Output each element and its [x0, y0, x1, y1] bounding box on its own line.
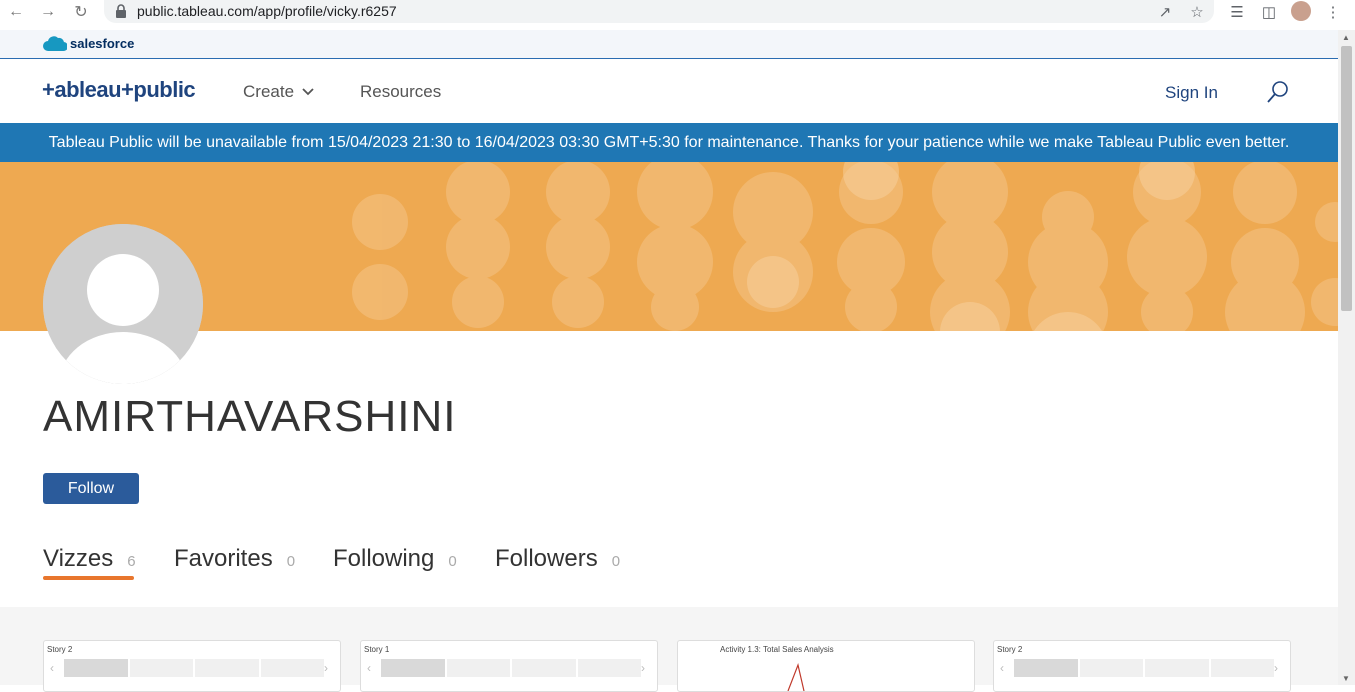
maintenance-banner: Tableau Public will be unavailable from …	[0, 123, 1338, 162]
scroll-down-icon[interactable]: ▼	[1342, 674, 1350, 683]
tab-label: Following	[333, 545, 435, 572]
salesforce-label[interactable]: salesforce	[70, 36, 134, 51]
nav-resources[interactable]: Resources	[360, 82, 441, 102]
logo-text: +ableau+public	[42, 77, 196, 102]
sign-in-link[interactable]: Sign In	[1165, 83, 1218, 103]
active-tab-indicator	[43, 576, 134, 580]
search-icon[interactable]	[1266, 80, 1290, 104]
salesforce-cloud-icon[interactable]	[43, 35, 67, 52]
url-text[interactable]: public.tableau.com/app/profile/vicky.r62…	[137, 3, 397, 19]
side-panel-icon[interactable]: ◫	[1259, 2, 1279, 22]
tab-followers[interactable]: Followers 0	[495, 545, 620, 573]
browser-profile-avatar[interactable]	[1291, 1, 1311, 21]
tableau-public-logo[interactable]: +ableau+public	[42, 77, 196, 103]
viz-card-preview	[787, 662, 805, 691]
viz-card[interactable]: Activity 1.3: Total Sales Analysis	[677, 640, 975, 692]
chevron-right-icon: ›	[324, 661, 328, 675]
chevron-left-icon: ‹	[1000, 661, 1004, 675]
bookmark-star-icon[interactable]: ☆	[1187, 2, 1207, 22]
chevron-left-icon: ‹	[367, 661, 371, 675]
viz-card-preview	[381, 659, 641, 677]
nav-create-label: Create	[243, 82, 295, 101]
banner-message: Tableau Public will be unavailable from …	[48, 133, 1290, 151]
scroll-up-icon[interactable]: ▲	[1342, 33, 1350, 42]
share-icon[interactable]: ↗	[1155, 2, 1175, 22]
site-header	[0, 59, 1338, 123]
viz-card[interactable]: Story 1 ‹ ›	[360, 640, 658, 692]
profile-name: AMIRTHAVARSHINI	[43, 392, 457, 441]
browser-menu-icon[interactable]: ⋮	[1323, 2, 1343, 22]
viz-card-preview	[1014, 659, 1274, 677]
salesforce-strip	[0, 30, 1338, 59]
viz-card-title: Story 1	[364, 645, 390, 654]
viz-card-title: Story 2	[47, 645, 73, 654]
media-controls-icon[interactable]: ☰	[1227, 2, 1247, 22]
tab-favorites[interactable]: Favorites 0	[174, 545, 295, 573]
reload-icon[interactable]: ↻	[71, 2, 91, 22]
chevron-right-icon: ›	[641, 661, 645, 675]
viz-card-preview	[64, 659, 324, 677]
back-icon[interactable]: ←	[6, 2, 26, 22]
tab-count: 0	[448, 553, 457, 570]
user-placeholder-icon	[43, 224, 203, 384]
viz-card-title: Activity 1.3: Total Sales Analysis	[720, 645, 834, 654]
profile-avatar	[43, 224, 203, 384]
viz-card[interactable]: Story 2 ‹ ›	[43, 640, 341, 692]
tab-label: Favorites	[174, 545, 273, 572]
follow-button[interactable]: Follow	[43, 473, 139, 504]
viz-card-title: Story 2	[997, 645, 1023, 654]
tab-count: 6	[127, 553, 136, 570]
tab-label: Vizzes	[43, 545, 114, 572]
tab-label: Followers	[495, 545, 598, 572]
lock-icon	[116, 4, 126, 18]
viz-card[interactable]: Story 2 ‹ ›	[993, 640, 1291, 692]
forward-icon[interactable]: →	[38, 2, 58, 22]
chevron-left-icon: ‹	[50, 661, 54, 675]
chevron-down-icon	[302, 88, 314, 96]
tab-count: 0	[611, 553, 621, 570]
scrollbar-thumb[interactable]	[1341, 46, 1352, 311]
chevron-right-icon: ›	[1274, 661, 1278, 675]
tab-following[interactable]: Following 0	[333, 545, 457, 573]
tab-vizzes[interactable]: Vizzes 6	[43, 545, 136, 573]
tab-count: 0	[286, 553, 296, 570]
nav-create[interactable]: Create	[243, 82, 315, 102]
